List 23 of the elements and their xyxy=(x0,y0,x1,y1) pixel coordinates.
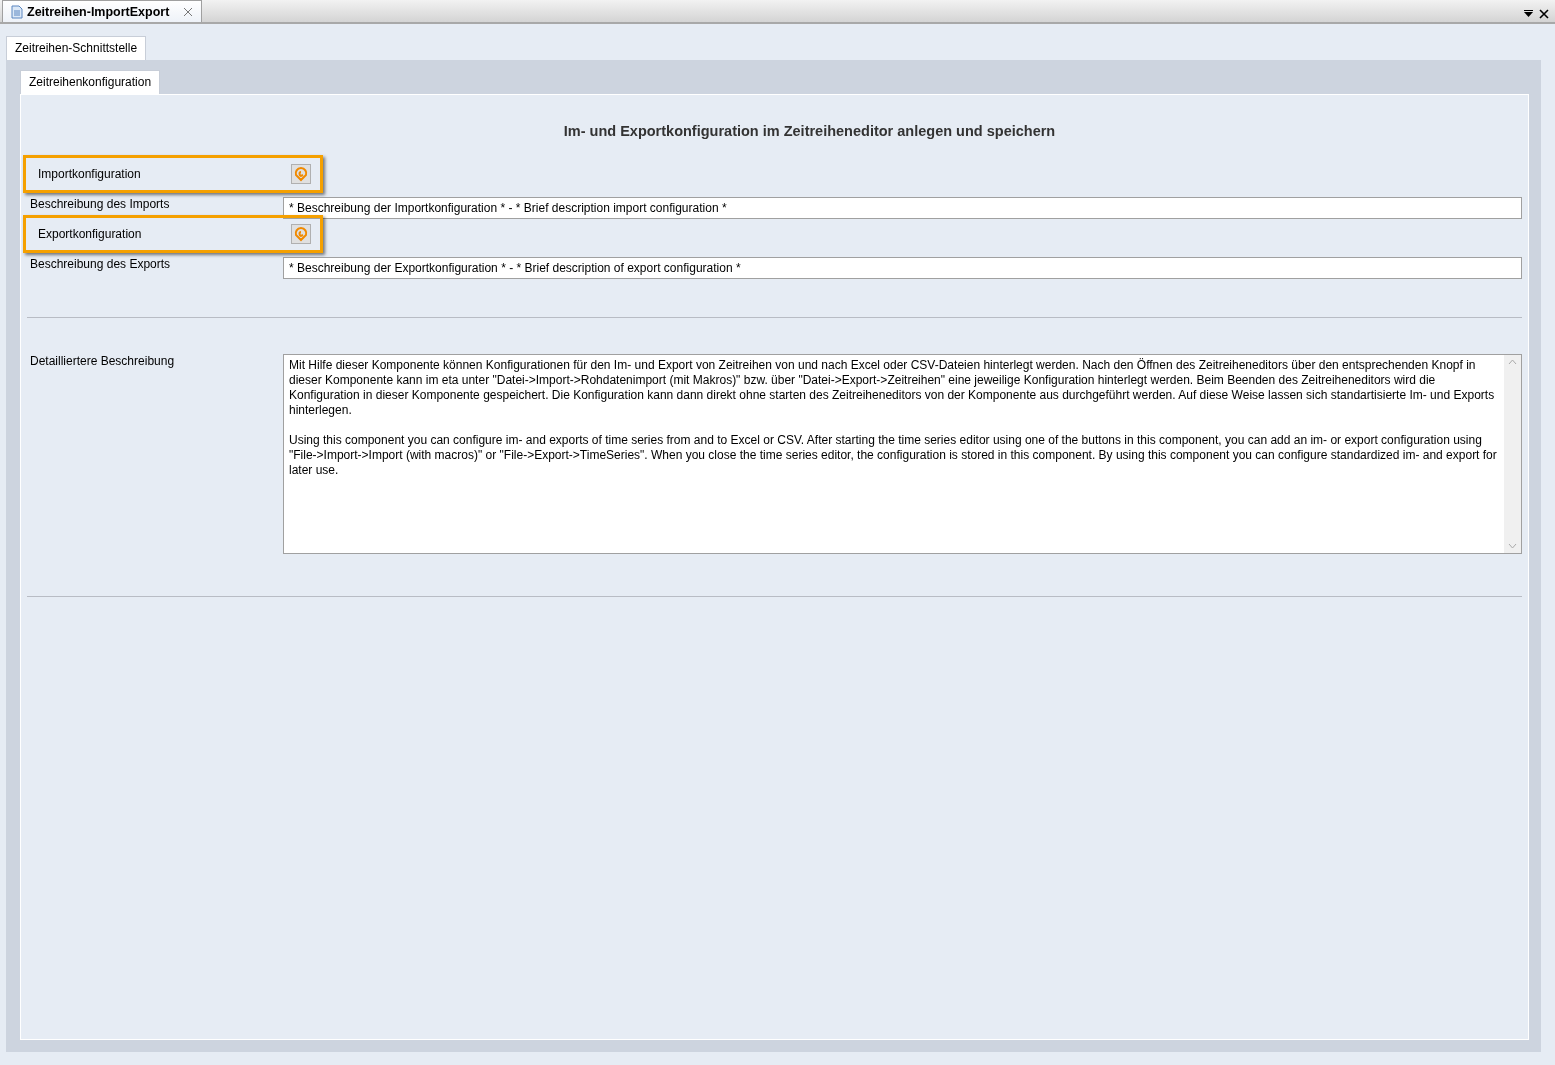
input-field[interactable]: * Beschreibung der Exportkonfiguration * - * Brief description of export configuration * xyxy=(283,257,1522,279)
text-area[interactable] xyxy=(283,354,1522,554)
input-field[interactable]: * Beschreibung der Importkonfiguration * - * Brief description import configuration * xyxy=(283,197,1522,219)
dropdown-icon[interactable] xyxy=(1524,10,1533,18)
tab[interactable]: Zeitreihen-Schnittstelle xyxy=(6,36,147,60)
document-tab-title: Zeitreihen-ImportExport xyxy=(27,4,170,19)
field-label: Beschreibung des Imports xyxy=(30,197,171,211)
document-icon xyxy=(11,4,23,19)
swirl-icon xyxy=(293,226,309,242)
paragraph: Mit Hilfe dieser Komponente können Konfigurationen für den Im- und Export von Zeitreihen von und nach Excel oder CSV-Dateien hinterlegt werden. Nach den Öffnen des Zeitreiheneditors über den entsprechenden Knopf in dieser Komponente kann im eta unter "Datei->Import->Rohdatenimport (mit Makros)" bzw. über "Datei->Export->Zeitreihen" eine jeweilige Konfiguration hinterlegt werden. Beim Beenden des Zeitreiheneditors wird die Konfiguration in dieser Komponente gespeichert. Die Konfiguration kann dann direkt ohne starten des Zeitreiheneditors von der Komponente aus durchgeführt werden. Auf diese Weise lassen sich standartisierte Im- und Exports hinterlegen. xyxy=(289,358,1496,418)
page-heading: Im- und Exportkonfiguration im Zeitreiheneditor anlegen und speichern xyxy=(563,123,1056,139)
close-icon[interactable] xyxy=(1539,9,1549,19)
field-label: Importkonfiguration xyxy=(38,167,142,181)
tab[interactable]: Zeitreihenkonfiguration xyxy=(20,70,161,94)
swirl-icon xyxy=(293,166,309,182)
open-editor-button[interactable] xyxy=(291,224,311,244)
field-label: Exportkonfiguration xyxy=(38,227,143,241)
open-editor-button[interactable] xyxy=(291,164,311,184)
paragraph: Using this component you can configure im- and exports of time series from and to Excel or CSV. After starting the time series editor using one of the buttons in this component, you can add an im- or export configuration using "File->Import->Import (with macros)" or "File->Export->TimeSeries". When you close the time series editor, the configuration is stored in this component. By using this component you can configure standardized im- and export for later use. xyxy=(289,433,1498,478)
field-label: Beschreibung des Exports xyxy=(30,257,172,271)
field-label: Detailliertere Beschreibung xyxy=(30,354,176,370)
document-tab[interactable]: Zeitreihen-ImportExport xyxy=(2,0,203,22)
scrollbar[interactable] xyxy=(1504,355,1521,553)
